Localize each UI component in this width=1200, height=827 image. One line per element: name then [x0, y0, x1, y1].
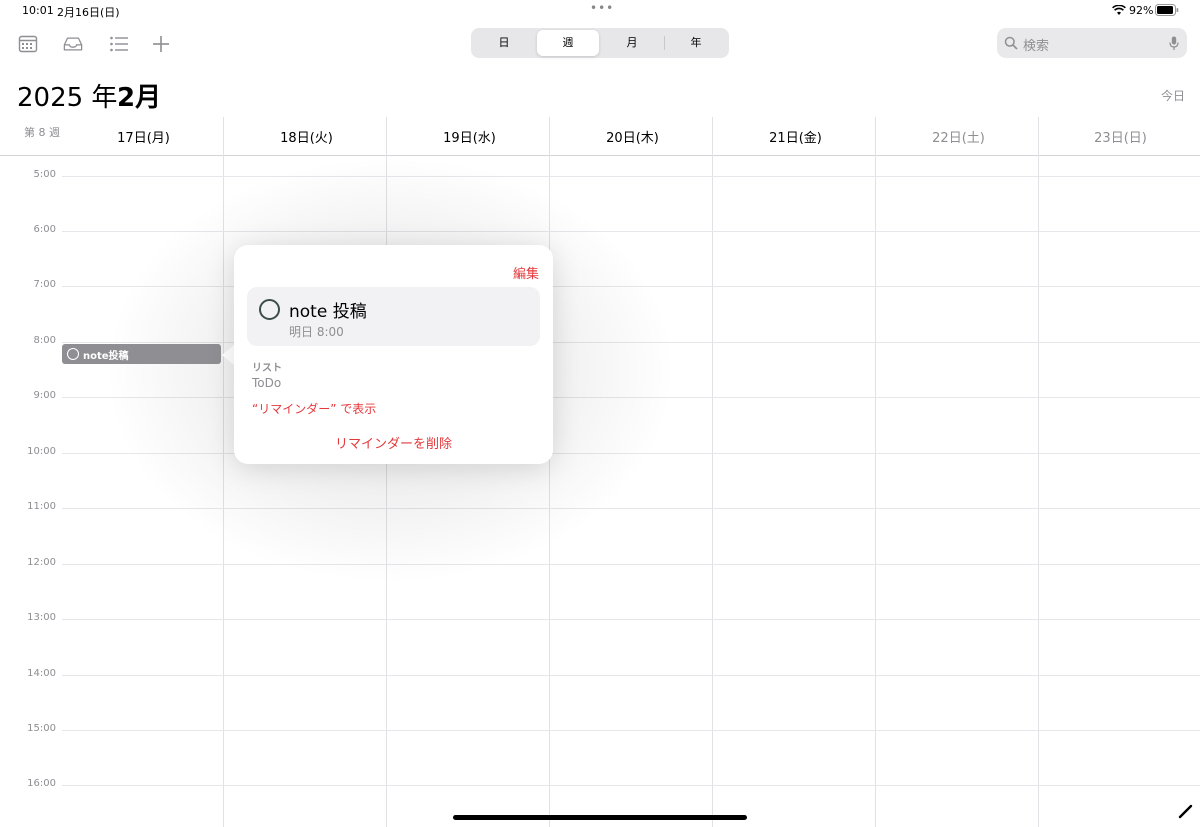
day-header-sun[interactable]: 23日(日)	[1039, 127, 1200, 146]
day-divider	[875, 117, 876, 827]
page-title-month: 2月	[117, 83, 162, 113]
complete-reminder-circle-icon[interactable]	[259, 299, 280, 320]
segment-month[interactable]: 月	[601, 30, 663, 56]
hour-label: 15:00	[27, 723, 56, 734]
hour-label: 5:00	[33, 169, 56, 180]
hour-label: 6:00	[33, 224, 56, 235]
hour-label: 7:00	[33, 279, 56, 290]
edit-button[interactable]: 編集	[513, 263, 539, 282]
status-time: 10:01	[22, 4, 54, 17]
status-date: 2月16日(日)	[57, 6, 120, 19]
day-header-tue[interactable]: 18日(火)	[225, 127, 388, 146]
search-field[interactable]: 検索	[997, 28, 1187, 58]
today-button[interactable]: 今日	[1161, 87, 1185, 104]
page-title-year: 2025 年	[17, 83, 118, 113]
wifi-icon	[1112, 5, 1126, 15]
hour-line	[62, 730, 1200, 731]
home-indicator[interactable]	[453, 815, 747, 820]
list-value: ToDo	[252, 376, 282, 390]
search-icon	[1004, 36, 1018, 50]
calendar-icon[interactable]	[18, 34, 38, 54]
view-segmented-control: 日 週 月 年	[471, 28, 729, 58]
multitasking-dots-icon[interactable]: •••	[590, 1, 614, 15]
segment-year[interactable]: 年	[665, 30, 727, 56]
day-divider	[712, 117, 713, 827]
week-number: 第 8 週	[24, 126, 60, 139]
hour-line	[62, 675, 1200, 676]
popover-arrow	[222, 345, 234, 365]
event-chip-label: note投稿	[83, 351, 129, 362]
hour-label: 12:00	[27, 557, 56, 568]
reminder-title: note 投稿	[289, 302, 367, 322]
battery-icon	[1155, 4, 1179, 16]
hour-label: 13:00	[27, 612, 56, 623]
reminder-card: note 投稿 明日 8:00	[247, 287, 540, 346]
microphone-icon[interactable]	[1169, 36, 1179, 51]
calendar-event-chip[interactable]: note投稿	[62, 344, 221, 364]
pencil-icon[interactable]	[1178, 803, 1194, 819]
day-header-mon[interactable]: 17日(月)	[62, 127, 225, 146]
day-header-wed[interactable]: 19日(水)	[388, 127, 551, 146]
hour-label: 9:00	[33, 390, 56, 401]
hour-label: 16:00	[27, 778, 56, 789]
search-placeholder: 検索	[1023, 39, 1050, 54]
hour-line	[62, 785, 1200, 786]
day-header-thu[interactable]: 20日(木)	[551, 127, 714, 146]
day-header-sat[interactable]: 22日(土)	[877, 127, 1040, 146]
inbox-icon[interactable]	[63, 34, 83, 54]
status-bar: 10:01 2月16日(日) ••• 92%	[0, 0, 1200, 22]
add-icon[interactable]	[151, 34, 171, 54]
segment-day[interactable]: 日	[473, 30, 535, 56]
hour-line	[62, 619, 1200, 620]
delete-reminder-button[interactable]: リマインダーを削除	[234, 433, 553, 452]
hour-label: 14:00	[27, 668, 56, 679]
list-label: リスト	[252, 363, 282, 374]
show-in-reminders-link[interactable]: “リマインダー” で表示	[252, 400, 376, 417]
reminder-circle-icon	[67, 348, 79, 360]
day-divider	[1038, 117, 1039, 827]
list-icon[interactable]	[109, 34, 129, 54]
hour-line	[62, 564, 1200, 565]
hour-line	[62, 176, 1200, 177]
hour-label: 11:00	[27, 501, 56, 512]
segment-week[interactable]: 週	[537, 30, 599, 56]
hour-label: 10:00	[27, 446, 56, 457]
reminder-due-date: 明日 8:00	[289, 325, 344, 339]
hour-label: 8:00	[33, 335, 56, 346]
battery-percent: 92%	[1129, 4, 1154, 17]
day-header-fri[interactable]: 21日(金)	[714, 127, 877, 146]
reminder-popover: 編集 note 投稿 明日 8:00 リスト ToDo “リマインダー” で表示…	[234, 245, 553, 464]
